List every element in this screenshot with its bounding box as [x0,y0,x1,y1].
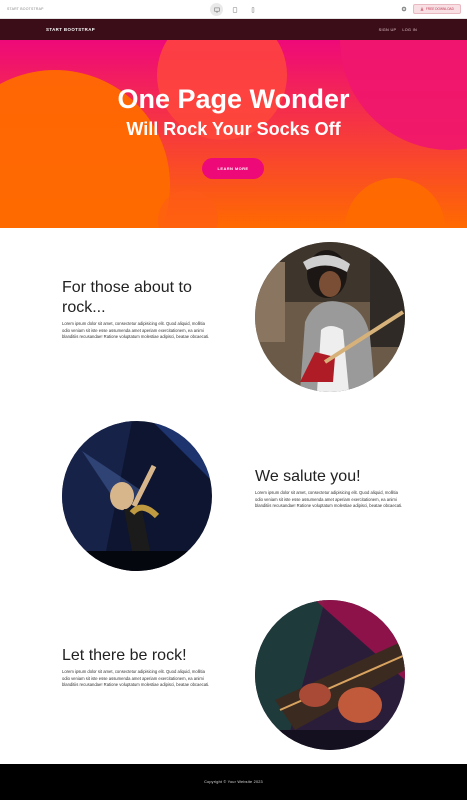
gear-icon [402,6,407,12]
toolbar-site-label[interactable]: START BOOTSTRAP [7,7,44,11]
preview-toolbar: START BOOTSTRAP FREE DOWNLOAD [0,0,467,19]
hero-subtitle: Will Rock Your Socks Off [126,119,341,139]
section-2-text: Lorem ipsum dolor sit amet, consectetur … [255,490,403,508]
guitarist-photo [255,242,405,392]
learn-more-button[interactable]: LEARN MORE [202,158,264,179]
desktop-view-button[interactable] [210,3,223,16]
section-1-title: For those about to rock... [62,279,192,316]
mobile-icon [251,6,254,13]
section-1-image [255,242,405,392]
device-switcher [210,3,259,16]
nav-links: SIGN UP LOG IN [379,28,417,32]
navbar: START BOOTSTRAP SIGN UP LOG IN [0,19,467,40]
nav-link-sign-up[interactable]: SIGN UP [379,28,397,32]
hero-decor-circle [345,178,445,228]
download-button[interactable]: FREE DOWNLOAD [412,4,461,14]
section-3-image [255,600,405,750]
nav-brand[interactable]: START BOOTSTRAP [46,27,95,32]
hero-title: One Page Wonder [117,84,350,114]
section-3-text: Lorem ipsum dolor sit amet, consectetur … [62,669,210,687]
settings-button[interactable] [401,6,408,13]
download-label: FREE DOWNLOAD [425,7,454,11]
footer: Copyright © Your Website 2023 [0,764,467,800]
hero-section: One Page Wonder Will Rock Your Socks Off… [0,40,467,228]
concert-photo [62,421,212,571]
guitar-closeup-photo [255,600,405,750]
section-2-image [62,421,212,571]
download-icon [420,7,424,11]
footer-copyright: Copyright © Your Website 2023 [204,780,263,784]
mobile-view-button[interactable] [246,3,259,16]
section-1-text: Lorem ipsum dolor sit amet, consectetur … [62,321,210,339]
tablet-icon [232,6,237,13]
section-2-title: We salute you! [255,468,361,485]
section-3-title: Let there be rock! [62,647,187,664]
desktop-icon [213,7,220,12]
tablet-view-button[interactable] [228,3,241,16]
nav-link-log-in[interactable]: LOG IN [402,28,417,32]
